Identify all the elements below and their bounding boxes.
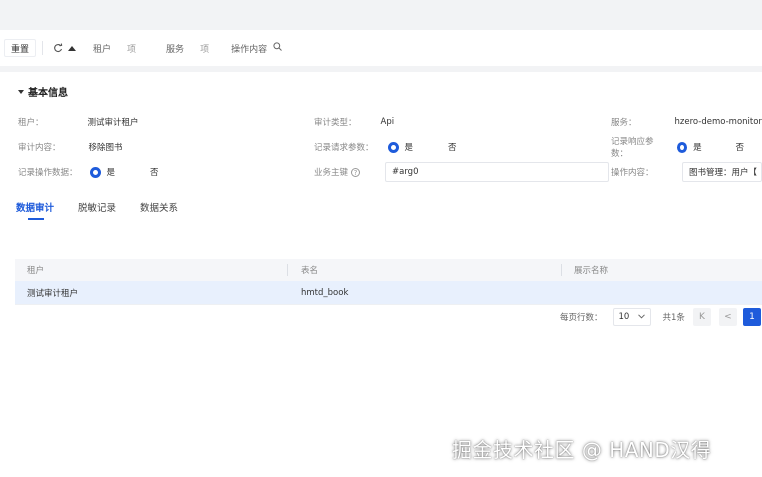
page-size-select[interactable]: 10 [612, 308, 651, 326]
field-record-request: 记录请求参数： 是 否 [314, 138, 475, 156]
record-request-yes-label: 是 [404, 143, 414, 153]
service-label: 服务： [611, 118, 637, 128]
record-operation-no-label: 否 [150, 168, 159, 178]
prev-page-button[interactable]: < [718, 308, 737, 326]
field-biz-key-label: 业务主键 ? [314, 163, 361, 181]
field-tenant: 租户： 测试审计租户 [18, 113, 139, 131]
field-record-operation: 记录操作数据： 是 否 [18, 163, 177, 181]
record-request-no-label: 否 [448, 143, 457, 153]
filter-tenant-value: 项 [127, 44, 137, 55]
table-row[interactable]: 测试审计租户 hmtd_book [15, 281, 762, 305]
field-service: 服务： hzero-demo-monitor [611, 113, 762, 131]
watermark-text: 掘金技术社区 @ HAND汉得 [452, 438, 712, 462]
filter-op-content-label: 操作内容 [231, 44, 268, 55]
audit-type-value: Api [380, 117, 395, 127]
audit-content-value: 移除图书 [88, 143, 123, 153]
page-1-button[interactable]: 1 [742, 308, 761, 326]
caret-down-icon [18, 89, 24, 94]
record-response-yes-label: 是 [693, 143, 702, 153]
section-basic-info[interactable]: 基本信息 [18, 84, 68, 99]
tab-data-audit[interactable]: 数据审计 [16, 200, 54, 220]
audit-table: 租户 表名 展示名称 测试审计租户 hmtd_book [15, 259, 762, 305]
record-response-yes-radio[interactable] [676, 141, 688, 153]
filter-op-content[interactable]: 操作内容 [231, 42, 282, 55]
search-icon[interactable] [273, 42, 282, 54]
record-response-no-label: 否 [735, 143, 744, 153]
top-bar [0, 0, 762, 30]
tab-desensitize-records[interactable]: 脱敏记录 [78, 200, 116, 220]
service-value: hzero-demo-monitor [674, 117, 762, 127]
tenant-label: 租户： [18, 118, 44, 128]
toolbar-divider [42, 41, 44, 55]
field-record-response: 记录响应参数： 是 否 [611, 137, 762, 159]
field-audit-content: 审计内容： 移除图书 [18, 138, 123, 156]
filter-tenant[interactable]: 租户 项 [93, 42, 136, 55]
collapse-up-icon[interactable] [65, 40, 79, 56]
op-content-field[interactable]: 图书管理：用户【 [682, 162, 762, 182]
filter-service-label: 服务 [166, 44, 185, 55]
total-count: 共1条 [662, 313, 685, 323]
column-header-table-name[interactable]: 表名 [288, 264, 561, 276]
column-header-tenant[interactable]: 租户 [15, 264, 287, 276]
detail-card: 基本信息 租户： 测试审计租户 审计类型： Api 服务： hzero-demo… [2, 72, 762, 477]
filter-tenant-label: 租户 [93, 44, 112, 55]
record-request-yes-radio[interactable] [387, 141, 399, 153]
tab-data-relations[interactable]: 数据关系 [140, 200, 178, 220]
first-page-button[interactable]: K [692, 308, 711, 326]
record-operation-yes-label: 是 [106, 168, 116, 178]
table-header: 租户 表名 展示名称 [15, 259, 762, 281]
op-content-label: 操作内容： [611, 168, 654, 178]
record-operation-no-radio[interactable] [133, 166, 145, 178]
filter-service[interactable]: 服务 项 [166, 42, 209, 55]
help-question-icon[interactable]: ? [351, 167, 361, 177]
audit-content-label: 审计内容： [18, 143, 61, 153]
record-response-label: 记录响应参数： [611, 137, 654, 159]
chevron-down-icon [637, 312, 645, 322]
record-request-no-radio[interactable] [431, 141, 443, 153]
reset-button[interactable]: 重置 [4, 39, 37, 57]
cell-tenant: 测试审计租户 [27, 288, 79, 299]
tenant-value: 测试审计租户 [87, 118, 139, 128]
biz-key-field[interactable]: #arg0 [385, 162, 609, 182]
column-header-display-name[interactable]: 展示名称 [562, 264, 762, 276]
record-response-no-radio[interactable] [719, 141, 730, 153]
audit-type-label: 审计类型： [314, 118, 357, 128]
detail-tabs: 数据审计 脱敏记录 数据关系 [16, 200, 202, 220]
refresh-icon[interactable] [51, 40, 65, 56]
pagination: 每页行数： 10 共1条 K < 1 [560, 308, 761, 326]
page-size-value: 10 [618, 312, 630, 322]
field-op-content-label: 操作内容： [611, 163, 654, 181]
field-audit-type: 审计类型： Api [314, 113, 394, 131]
record-operation-label: 记录操作数据： [18, 168, 78, 178]
page-size-label: 每页行数： [560, 313, 603, 323]
record-request-label: 记录请求参数： [314, 143, 374, 153]
cell-table-name: hmtd_book [301, 287, 349, 298]
record-operation-yes-radio[interactable] [89, 166, 101, 178]
biz-key-label: 业务主键 [314, 168, 349, 178]
query-toolbar: 重置 租户 项 服务 项 操作内容 [0, 30, 762, 66]
filter-service-value: 项 [200, 44, 210, 55]
section-title-text: 基本信息 [28, 88, 68, 99]
